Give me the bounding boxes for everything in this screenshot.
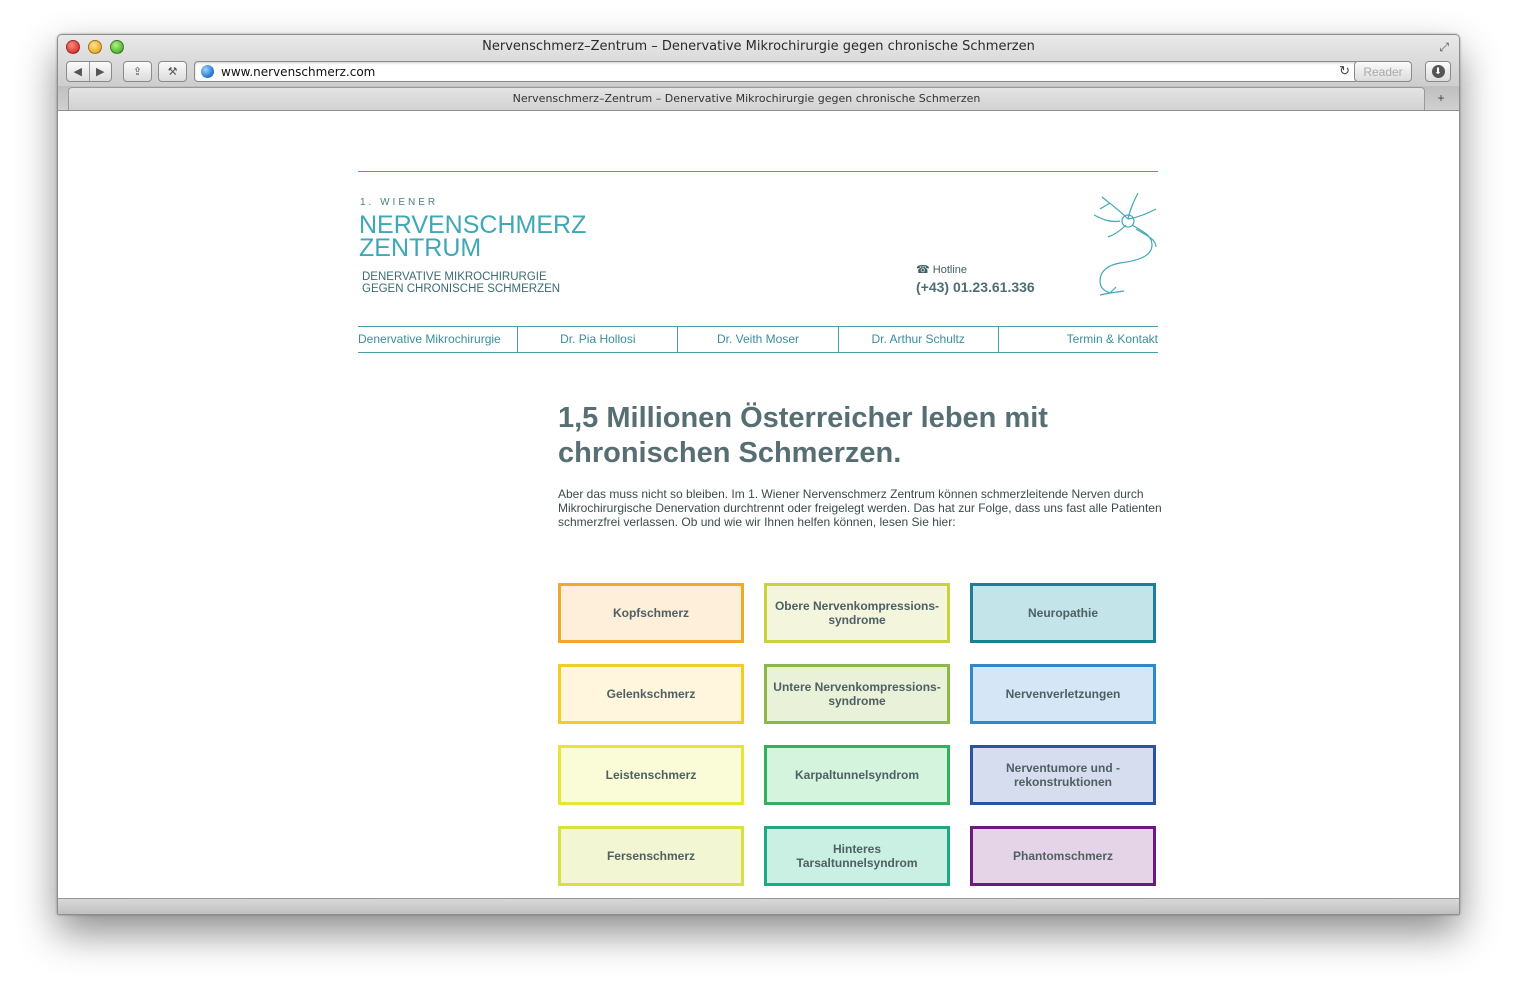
tile-nervenverletzungen[interactable]: Nervenverletzungen <box>970 664 1156 724</box>
status-bar <box>58 898 1459 914</box>
tile-kopfschmerz[interactable]: Kopfschmerz <box>558 583 744 643</box>
downloads-button[interactable]: ⬇ <box>1425 61 1451 82</box>
tile-nerventumore[interactable]: Nerventumore und -rekonstruktionen <box>970 745 1156 805</box>
hotline-number[interactable]: (+43) 01.23.61.336 <box>916 279 1035 295</box>
share-button[interactable]: ⇪ <box>123 61 152 82</box>
tile-phantomschmerz[interactable]: Phantomschmerz <box>970 826 1156 886</box>
wrench-icon: ⚒ <box>167 66 178 78</box>
condition-tiles: Kopfschmerz Obere Nervenkompressions-syn… <box>558 583 1158 886</box>
share-icon: ⇪ <box>132 66 143 78</box>
tile-hinteres-tarsaltunnelsyndrom[interactable]: Hinteres Tarsaltunnelsyndrom <box>764 826 950 886</box>
tile-fersenschmerz[interactable]: Fersenschmerz <box>558 826 744 886</box>
tagline-line-1: DENERVATIVE MIKROCHIRURGIE <box>362 271 547 283</box>
neuron-icon <box>1093 192 1157 296</box>
new-tab-icon[interactable]: + <box>1431 89 1451 107</box>
url-text[interactable]: www.nervenschmerz.com <box>221 65 375 79</box>
nav-dr-arthur-schultz[interactable]: Dr. Arthur Schultz <box>839 327 999 352</box>
intro-text: Aber das muss nicht so bleiben. Im 1. Wi… <box>558 487 1162 529</box>
tile-obere-nervenkompressionssyndrome[interactable]: Obere Nervenkompressions-syndrome <box>764 583 950 643</box>
reader-button[interactable]: Reader <box>1354 61 1412 82</box>
globe-icon <box>201 65 214 78</box>
back-forward-buttons: ◀ ▶ <box>66 61 112 82</box>
title-bar: Nervenschmerz–Zentrum – Denervative Mikr… <box>58 35 1459 111</box>
browser-window: Nervenschmerz–Zentrum – Denervative Mikr… <box>57 34 1460 915</box>
nav-denervative-mikrochirurgie[interactable]: Denervative Mikrochirurgie <box>358 327 519 352</box>
tools-button[interactable]: ⚒ <box>158 61 187 82</box>
page-headline: 1,5 Millionen Österreicher leben mit chr… <box>558 402 1048 469</box>
hotline-label: ☎ Hotline <box>916 264 967 276</box>
logo-superscript: 1. WIENER <box>360 197 439 208</box>
logo-tagline: DENERVATIVE MIKROCHIRURGIE GEGEN CHRONIS… <box>362 271 622 295</box>
logo-line-2: ZENTRUM <box>359 234 482 262</box>
fullscreen-icon[interactable]: ⤢ <box>1439 40 1449 55</box>
tile-leistenschmerz[interactable]: Leistenschmerz <box>558 745 744 805</box>
tab-bar: Nervenschmerz–Zentrum – Denervative Mikr… <box>58 86 1459 110</box>
tile-gelenkschmerz[interactable]: Gelenkschmerz <box>558 664 744 724</box>
page-content: 1. WIENER NERVENSCHMERZ ZENTRUM DENERVAT… <box>58 111 1459 897</box>
top-divider <box>358 171 1158 172</box>
download-icon: ⬇ <box>1431 65 1445 78</box>
logo-wordmark[interactable]: NERVENSCHMERZ ZENTRUM <box>359 213 619 262</box>
nav-dr-pia-hollosi[interactable]: Dr. Pia Hollosi <box>518 327 679 352</box>
page-container: 1. WIENER NERVENSCHMERZ ZENTRUM DENERVAT… <box>358 111 1162 897</box>
tile-untere-nervenkompressionssyndrome[interactable]: Untere Nervenkompressions-syndrome <box>764 664 950 724</box>
address-bar[interactable]: www.nervenschmerz.com ↻ <box>194 61 1359 82</box>
main-navigation: Denervative Mikrochirurgie Dr. Pia Hollo… <box>358 326 1158 353</box>
nav-dr-veith-moser[interactable]: Dr. Veith Moser <box>678 327 839 352</box>
tile-neuropathie[interactable]: Neuropathie <box>970 583 1156 643</box>
back-icon[interactable]: ◀ <box>67 65 89 78</box>
forward-icon[interactable]: ▶ <box>90 65 112 78</box>
nav-termin-kontakt[interactable]: Termin & Kontakt <box>999 327 1158 352</box>
reload-icon[interactable]: ↻ <box>1339 63 1350 79</box>
tagline-line-2: GEGEN CHRONISCHE SCHMERZEN <box>362 283 561 295</box>
active-tab[interactable]: Nervenschmerz–Zentrum – Denervative Mikr… <box>68 87 1425 110</box>
tile-karpaltunnelsyndrom[interactable]: Karpaltunnelsyndrom <box>764 745 950 805</box>
window-title: Nervenschmerz–Zentrum – Denervative Mikr… <box>482 39 1035 54</box>
